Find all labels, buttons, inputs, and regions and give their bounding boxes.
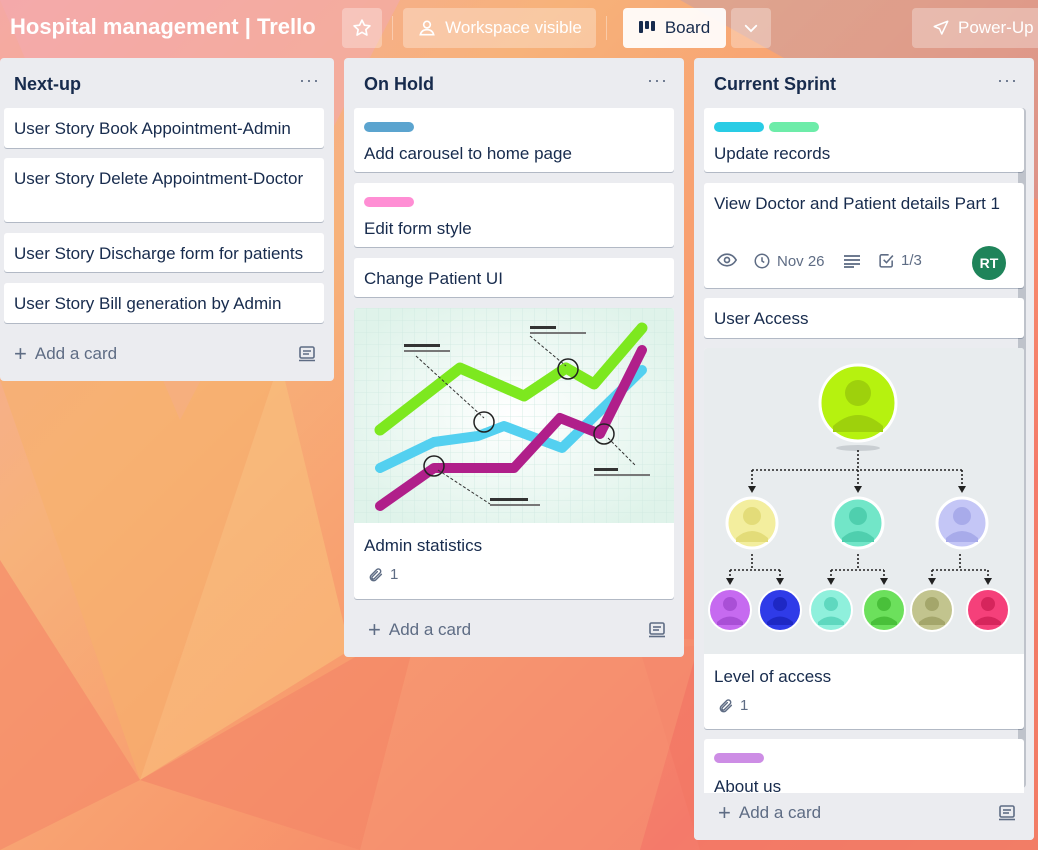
- plus-icon: +: [718, 800, 731, 825]
- board-view-label: Board: [664, 18, 711, 37]
- list-header: Current Sprint ···: [694, 58, 1034, 108]
- card-label[interactable]: [769, 122, 819, 132]
- card-label[interactable]: [714, 122, 764, 132]
- header-divider: [392, 16, 393, 40]
- plus-icon: +: [14, 341, 27, 366]
- card-title: Add carousel to home page: [364, 144, 572, 163]
- description-icon: [844, 255, 860, 268]
- watching-eye-icon: [717, 253, 737, 267]
- card[interactable]: Update records: [704, 108, 1024, 172]
- card-title: User Story Bill generation by Admin: [14, 294, 282, 313]
- card-label[interactable]: [714, 753, 764, 763]
- attachments-count: 1: [740, 697, 749, 714]
- rocket-icon: [933, 20, 949, 35]
- checkbox-icon: [879, 254, 894, 268]
- add-card-label: Add a card: [738, 803, 822, 822]
- card-title: User Story Delete Appointment-Doctor: [14, 169, 304, 188]
- list-menu-button[interactable]: ···: [997, 70, 1018, 91]
- list-title[interactable]: Current Sprint: [714, 74, 836, 95]
- add-card-label: Add a card: [388, 620, 472, 639]
- list-header: On Hold ···: [344, 58, 684, 108]
- list-title[interactable]: On Hold: [364, 74, 434, 95]
- list-current-sprint: Current Sprint ··· Update records View D…: [694, 58, 1034, 840]
- star-icon: [353, 19, 371, 36]
- card-template-icon[interactable]: [298, 346, 316, 362]
- card[interactable]: User Access: [704, 298, 1024, 338]
- board-title[interactable]: Hospital management | Trello: [10, 14, 316, 40]
- checklist-badge: 1/3: [878, 252, 922, 269]
- card[interactable]: User Story Delete Appointment-Doctor: [4, 158, 324, 222]
- power-ups-label: Power-Up: [958, 18, 1034, 37]
- card[interactable]: User Story Bill generation by Admin: [4, 283, 324, 323]
- card-title: User Story Book Appointment-Admin: [14, 119, 291, 138]
- card-template-icon[interactable]: [648, 622, 666, 638]
- power-ups-button[interactable]: Power-Up: [912, 8, 1038, 48]
- attachments-count: 1: [390, 566, 399, 583]
- card-template-icon[interactable]: [998, 805, 1016, 821]
- card-label[interactable]: [364, 197, 414, 207]
- card-cover-image: [354, 308, 674, 523]
- card[interactable]: Add carousel to home page: [354, 108, 674, 172]
- paperclip-icon: [369, 567, 383, 581]
- card-cover-image: [704, 348, 1024, 654]
- board-view-button[interactable]: Board: [623, 8, 726, 48]
- list-menu-button[interactable]: ···: [299, 70, 320, 91]
- card[interactable]: Level of access 1: [704, 348, 1024, 729]
- card[interactable]: About us: [704, 739, 1024, 793]
- card[interactable]: View Doctor and Patient details Part 1 N…: [704, 183, 1024, 288]
- card-title: Change Patient UI: [364, 269, 503, 288]
- list-on-hold: On Hold ··· Add carousel to home page Ed…: [344, 58, 684, 657]
- clock-icon: [754, 253, 770, 269]
- card-title: About us: [714, 777, 782, 793]
- card-title: Update records: [714, 144, 831, 163]
- attachments-badge: 1: [368, 566, 398, 583]
- list-menu-button[interactable]: ···: [647, 70, 668, 91]
- card-title: Admin statistics: [364, 536, 483, 555]
- card-label[interactable]: [364, 122, 414, 132]
- add-card-label: Add a card: [34, 344, 118, 363]
- card[interactable]: User Story Book Appointment-Admin: [4, 108, 324, 148]
- board-view-icon: [638, 21, 655, 33]
- chevron-down-icon: [744, 24, 758, 33]
- list-header: Next-up ···: [0, 58, 334, 108]
- attachments-badge: 1: [718, 697, 748, 714]
- card-title: Level of access: [714, 667, 832, 686]
- card-title: View Doctor and Patient details Part 1: [714, 194, 1001, 213]
- card-title: Edit form style: [364, 219, 472, 238]
- workspace-visibility-button[interactable]: Workspace visible: [403, 8, 596, 48]
- add-card-button[interactable]: + Add a card: [718, 800, 822, 825]
- card[interactable]: Admin statistics 1: [354, 308, 674, 599]
- card[interactable]: Edit form style: [354, 183, 674, 247]
- card-title: User Access: [714, 309, 809, 328]
- list-next-up: Next-up ··· User Story Book Appointment-…: [0, 58, 334, 381]
- board-header: Hospital management | Trello Workspace v…: [0, 0, 1038, 58]
- header-divider: [606, 16, 607, 40]
- plus-icon: +: [368, 617, 381, 642]
- card[interactable]: Change Patient UI: [354, 258, 674, 297]
- checklist-progress: 1/3: [901, 252, 922, 269]
- workspace-visibility-label: Workspace visible: [445, 18, 582, 37]
- add-card-button[interactable]: + Add a card: [14, 341, 118, 366]
- people-icon: [419, 20, 435, 36]
- due-date-text: Nov 26: [777, 252, 825, 270]
- view-switcher-button[interactable]: [731, 8, 771, 48]
- member-avatar[interactable]: RT: [972, 246, 1006, 280]
- paperclip-icon: [719, 698, 733, 712]
- star-button[interactable]: [342, 8, 382, 48]
- add-card-button[interactable]: + Add a card: [368, 617, 472, 642]
- card[interactable]: User Story Discharge form for patients: [4, 233, 324, 272]
- card-title: User Story Discharge form for patients: [14, 244, 304, 263]
- due-date-badge[interactable]: Nov 26: [753, 252, 825, 270]
- list-title[interactable]: Next-up: [14, 74, 81, 95]
